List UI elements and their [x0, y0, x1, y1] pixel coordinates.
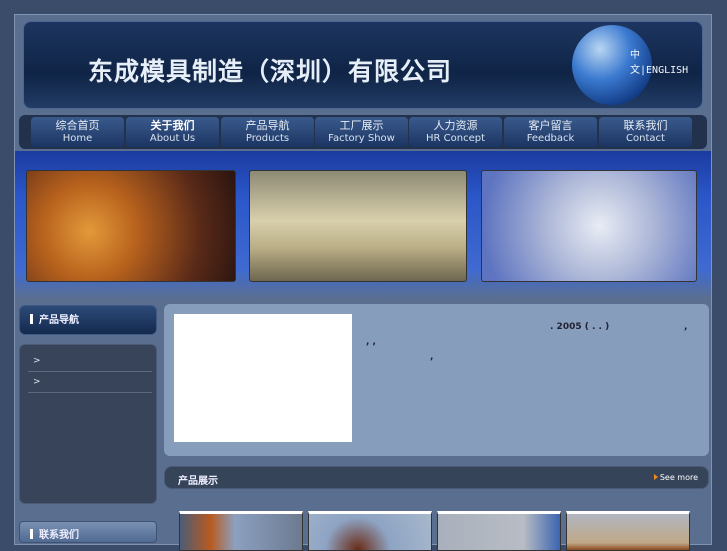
bar-marker-icon — [30, 529, 33, 539]
main-nav: 综合首页 Home 关于我们 About Us 产品导航 Products 工厂展示 F… — [19, 115, 707, 149]
nav-hr[interactable]: 人力资源 HR Concept — [409, 117, 502, 147]
nav-about[interactable]: 关于我们 About Us — [126, 117, 219, 147]
nav-label-en: Factory Show — [328, 133, 395, 144]
product-showcase-title: 产品展示 — [178, 476, 218, 487]
nav-factory[interactable]: 工厂展示 Factory Show — [315, 117, 408, 147]
product-nav-item[interactable]: > — [28, 372, 152, 393]
banner-photo-wooden-insulators — [26, 170, 236, 282]
header: 东成模具制造（深圳）有限公司 中 文|ENGLISH — [23, 21, 703, 109]
product-thumbnail[interactable] — [437, 511, 561, 551]
page: 东成模具制造（深圳）有限公司 中 文|ENGLISH 综合首页 Home 关于我们… — [14, 14, 712, 551]
nav-label-en: HR Concept — [425, 133, 485, 144]
product-nav-title: 产品导航 — [39, 315, 79, 326]
lang-chinese-link[interactable]: 中 文 — [630, 50, 640, 76]
nav-label-cn: 人力资源 — [433, 119, 478, 132]
product-thumbnail[interactable] — [566, 511, 690, 551]
intro-text: , , — [366, 337, 376, 347]
nav-label-en: Contact — [626, 133, 665, 144]
product-showcase-header: 产品展示 See more — [164, 466, 709, 489]
product-nav-item[interactable]: > — [28, 351, 152, 372]
intro-text: , — [430, 352, 434, 362]
nav-label-en: Products — [245, 133, 290, 144]
banner-photo-white-insulators — [249, 170, 467, 282]
nav-label-cn: 关于我们 — [150, 119, 195, 132]
product-thumbnail[interactable] — [179, 511, 303, 551]
nav-label-cn: 联系我们 — [623, 119, 668, 132]
contact-header[interactable]: 联系我们 — [19, 521, 157, 543]
nav-contact[interactable]: 联系我们 Contact — [599, 117, 692, 147]
nav-label-cn: 综合首页 — [55, 119, 100, 132]
arrow-right-icon — [653, 474, 658, 480]
nav-label-en: About Us — [149, 133, 196, 144]
see-more-label: See more — [659, 473, 698, 482]
intro-text: , — [684, 322, 688, 332]
nav-label-cn: 客户留言 — [528, 119, 573, 132]
intro-text: . 2005 ( . . ) — [550, 322, 610, 332]
lang-english-link[interactable]: ENGLISH — [646, 65, 688, 76]
nav-label-en: Home — [62, 133, 93, 144]
nav-home[interactable]: 综合首页 Home — [31, 117, 124, 147]
nav-label-cn: 工厂展示 — [339, 119, 384, 132]
product-nav-panel: > > — [19, 344, 157, 504]
bar-marker-icon — [30, 314, 33, 324]
language-switch: 中 文|ENGLISH — [630, 46, 702, 76]
product-nav-header: 产品导航 — [19, 305, 157, 335]
nav-products[interactable]: 产品导航 Products — [221, 117, 314, 147]
nav-feedback[interactable]: 客户留言 Feedback — [504, 117, 597, 147]
product-thumbnail[interactable] — [308, 511, 432, 551]
banner — [15, 151, 711, 299]
banner-photo-ceramic-parts — [481, 170, 697, 282]
company-image-placeholder — [174, 314, 352, 442]
about-content: . 2005 ( . . ) , , , , — [164, 304, 709, 456]
nav-label-cn: 产品导航 — [245, 119, 290, 132]
company-title: 东成模具制造（深圳）有限公司 — [88, 57, 453, 86]
nav-label-en: Feedback — [526, 133, 575, 144]
contact-title: 联系我们 — [39, 530, 79, 541]
see-more-link[interactable]: See more — [653, 473, 698, 482]
